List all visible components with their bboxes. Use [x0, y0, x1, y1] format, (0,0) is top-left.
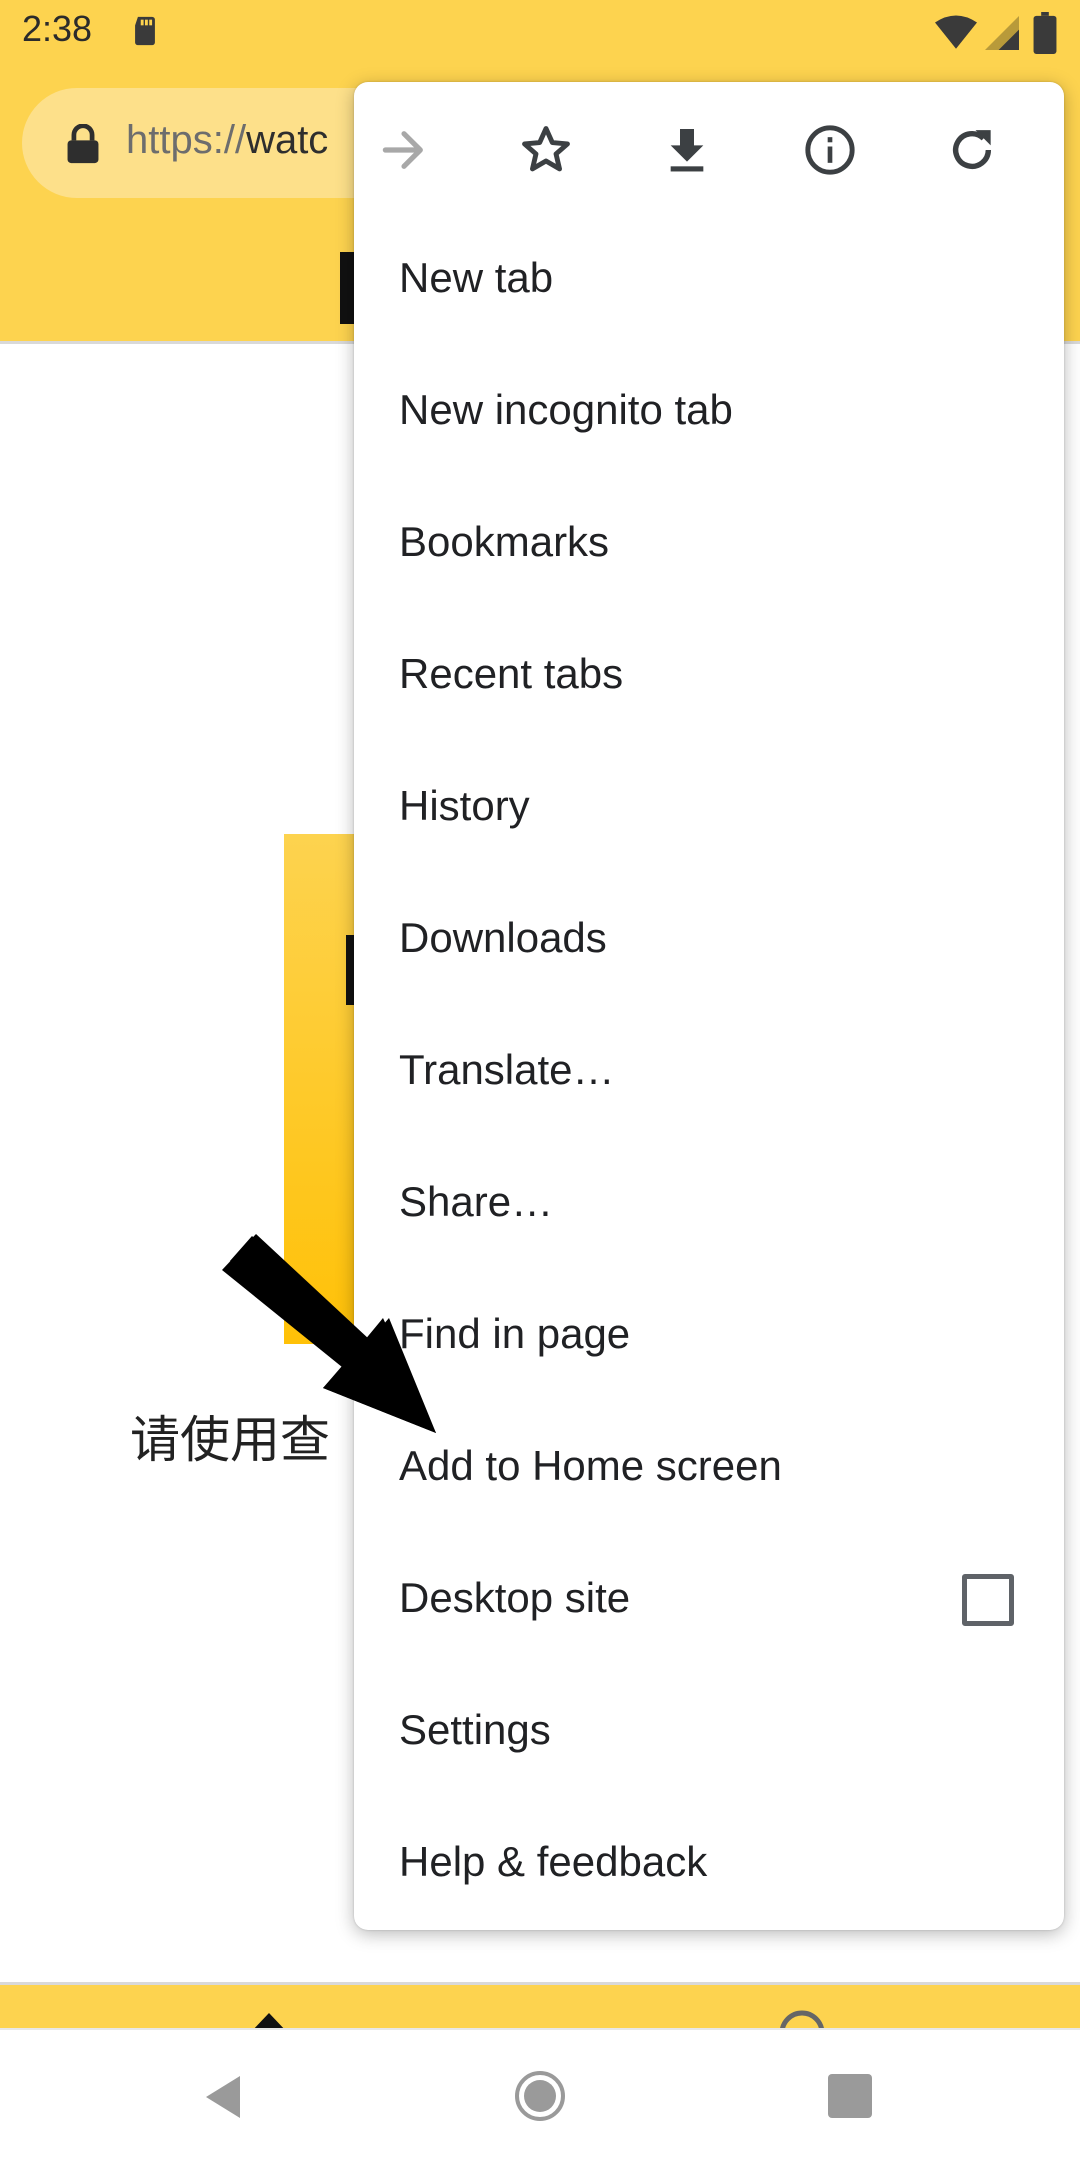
- menu-item-label: Share…: [399, 1178, 554, 1225]
- bookmark-star-icon[interactable]: [518, 122, 574, 178]
- menu-item-label: New incognito tab: [399, 386, 733, 433]
- wifi-icon: [935, 15, 977, 49]
- forward-icon[interactable]: [376, 122, 432, 178]
- menu-item-label: History: [399, 782, 530, 829]
- menu-item-label: Help & feedback: [399, 1838, 708, 1885]
- page-text: 请使用查: [130, 1412, 330, 1468]
- menu-item-new-incognito-tab[interactable]: New incognito tab: [354, 346, 1064, 478]
- menu-item-settings[interactable]: Settings: [354, 1666, 1064, 1798]
- status-bar: 2:38: [0, 0, 1080, 66]
- home-icon[interactable]: [248, 2011, 290, 2028]
- menu-item-recent-tabs[interactable]: Recent tabs: [354, 610, 1064, 742]
- overflow-menu: New tab New incognito tab Bookmarks Rece…: [354, 82, 1064, 1930]
- menu-icon-row: [354, 82, 1064, 214]
- menu-item-label: Translate…: [399, 1046, 615, 1093]
- menu-item-desktop-site[interactable]: Desktop site: [354, 1534, 1064, 1666]
- menu-item-label: Downloads: [399, 914, 607, 961]
- url-scheme: https://: [126, 118, 247, 162]
- status-time: 2:38: [22, 8, 93, 49]
- search-icon[interactable]: [776, 2007, 828, 2028]
- lock-icon: [67, 124, 99, 164]
- menu-item-label: Find in page: [399, 1310, 631, 1357]
- download-icon[interactable]: [659, 122, 715, 178]
- menu-item-help-feedback[interactable]: Help & feedback: [354, 1798, 1064, 1930]
- menu-item-add-to-home-screen[interactable]: Add to Home screen: [354, 1402, 1064, 1534]
- url-host: watc: [246, 118, 329, 162]
- home-button-icon[interactable]: [514, 2070, 566, 2122]
- refresh-icon[interactable]: [944, 122, 1000, 178]
- menu-item-find-in-page[interactable]: Find in page: [354, 1270, 1064, 1402]
- url-text: https://watc: [126, 118, 328, 163]
- menu-item-label: Add to Home screen: [399, 1442, 782, 1489]
- menu-item-label: Desktop site: [399, 1574, 631, 1621]
- menu-item-history[interactable]: History: [354, 742, 1064, 874]
- menu-item-label: Bookmarks: [399, 518, 610, 565]
- menu-item-label: Recent tabs: [399, 650, 624, 697]
- menu-item-bookmarks[interactable]: Bookmarks: [354, 478, 1064, 610]
- back-icon[interactable]: [200, 2072, 246, 2122]
- page-bottom-bar: [0, 1982, 1080, 2028]
- signal-icon: [985, 16, 1019, 50]
- menu-item-translate[interactable]: Translate…: [354, 1006, 1064, 1138]
- menu-item-label: New tab: [399, 254, 554, 301]
- sd-card-icon: [135, 16, 155, 46]
- menu-item-share[interactable]: Share…: [354, 1138, 1064, 1270]
- info-icon[interactable]: [802, 122, 858, 178]
- desktop-site-checkbox[interactable]: [962, 1574, 1014, 1626]
- menu-item-downloads[interactable]: Downloads: [354, 874, 1064, 1006]
- menu-item-new-tab[interactable]: New tab: [354, 214, 1064, 346]
- system-nav-bar: [0, 2028, 1080, 2160]
- menu-item-label: Settings: [399, 1706, 551, 1753]
- screen: 2:38 https://watc 请使用查 New tab New incog…: [0, 0, 1080, 2160]
- battery-icon: [1033, 12, 1057, 54]
- recents-icon[interactable]: [828, 2074, 872, 2118]
